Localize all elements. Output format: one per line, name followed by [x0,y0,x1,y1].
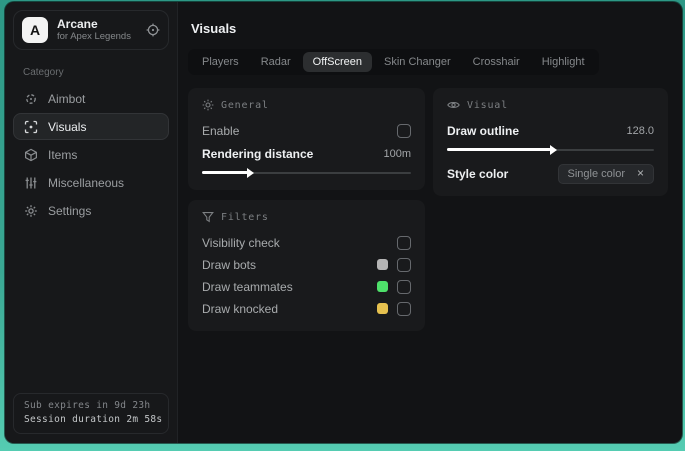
scope-icon[interactable] [146,23,160,37]
general-panel-title: General [221,99,269,111]
filter-label: Draw bots [202,257,257,272]
filter-row-draw-teammates: Draw teammates [202,276,411,297]
filter-label: Visibility check [202,235,280,250]
filter-label: Draw knocked [202,301,279,316]
enable-checkbox[interactable] [397,123,411,138]
draw-teammates-color-swatch[interactable] [377,281,388,292]
rendering-distance-value: 100m [383,147,411,160]
general-panel-header: General [202,99,411,111]
funnel-icon [202,212,214,223]
visuals-tabbar: Players Radar OffScreen Skin Changer Cro… [188,49,599,75]
visibility-check-checkbox[interactable] [397,235,411,250]
main-content: Visuals Players Radar OffScreen Skin Cha… [178,2,682,443]
tab-highlight[interactable]: Highlight [532,52,595,72]
filter-label: Draw teammates [202,279,293,294]
crosshair-icon [24,92,38,106]
app-subtitle: for Apex Legends [57,30,131,42]
draw-knocked-color-swatch[interactable] [377,303,388,314]
sub-expires-text: Sub expires in 9d 23h [24,400,151,411]
rendering-distance-label: Rendering distance [202,146,314,161]
style-color-select[interactable]: Single color × [557,163,654,184]
general-panel: General Enable Rendering distance 100m [188,88,425,190]
filter-row-draw-bots: Draw bots [202,254,411,275]
focus-icon [24,120,38,134]
sliders-icon [24,176,38,190]
enable-label: Enable [202,123,240,138]
sidebar-item-label: Miscellaneous [48,175,125,190]
visual-panel-title: Visual [467,99,508,111]
filters-panel: Filters Visibility check Draw bots Draw … [188,200,425,331]
filter-row-visibility-check: Visibility check [202,232,411,253]
box-icon [24,148,38,162]
slider-fill [447,144,556,155]
visual-panel-header: Visual [447,99,654,111]
session-duration-text: Session duration 2m 58s [24,414,163,425]
tab-radar[interactable]: Radar [251,52,301,72]
sun-icon [202,99,214,111]
draw-outline-slider[interactable] [447,144,654,155]
tab-players[interactable]: Players [192,52,249,72]
app-header: A Arcane for Apex Legends [13,10,169,50]
draw-outline-label: Draw outline [447,123,520,138]
sidebar-item-label: Visuals [48,119,87,134]
sidebar-menu: Aimbot Visuals Items Miscellaneous Setti… [13,85,169,224]
sidebar-item-visuals[interactable]: Visuals [13,113,169,140]
tab-skin-changer[interactable]: Skin Changer [374,52,461,72]
sidebar-item-label: Settings [48,203,92,218]
sidebar-item-aimbot[interactable]: Aimbot [13,85,169,112]
draw-bots-color-swatch[interactable] [377,259,388,270]
filters-panel-title: Filters [221,211,269,223]
sidebar: A Arcane for Apex Legends Category Aimbo… [5,2,178,443]
visual-panel: Visual Draw outline 128.0 Style color Si… [433,88,668,196]
draw-outline-value: 128.0 [626,124,654,137]
sidebar-item-label: Items [48,147,78,162]
style-color-label: Style color [447,166,509,181]
sidebar-item-label: Aimbot [48,91,86,106]
page-title: Visuals [191,21,237,36]
app-header-text: Arcane for Apex Legends [57,16,131,43]
app-window: A Arcane for Apex Legends Category Aimbo… [5,2,682,443]
filters-panel-header: Filters [202,211,411,223]
app-title: Arcane [57,16,98,31]
style-color-value: Single color [567,167,625,180]
filter-row-draw-knocked: Draw knocked [202,298,411,319]
eye-icon [447,102,460,108]
slider-fill [202,167,254,178]
tab-offscreen[interactable]: OffScreen [302,52,372,72]
sidebar-item-items[interactable]: Items [13,141,169,168]
rendering-distance-slider[interactable] [202,167,411,178]
app-logo: A [22,17,48,43]
sidebar-item-miscellaneous[interactable]: Miscellaneous [13,169,169,196]
draw-bots-checkbox[interactable] [397,257,411,272]
subscription-info: Sub expires in 9d 23h Session duration 2… [13,393,169,434]
tab-crosshair[interactable]: Crosshair [463,52,530,72]
draw-knocked-checkbox[interactable] [397,301,411,316]
close-icon[interactable]: × [637,167,644,179]
draw-teammates-checkbox[interactable] [397,279,411,294]
gear-icon [24,204,38,218]
sidebar-item-settings[interactable]: Settings [13,197,169,224]
category-label: Category [23,67,64,78]
